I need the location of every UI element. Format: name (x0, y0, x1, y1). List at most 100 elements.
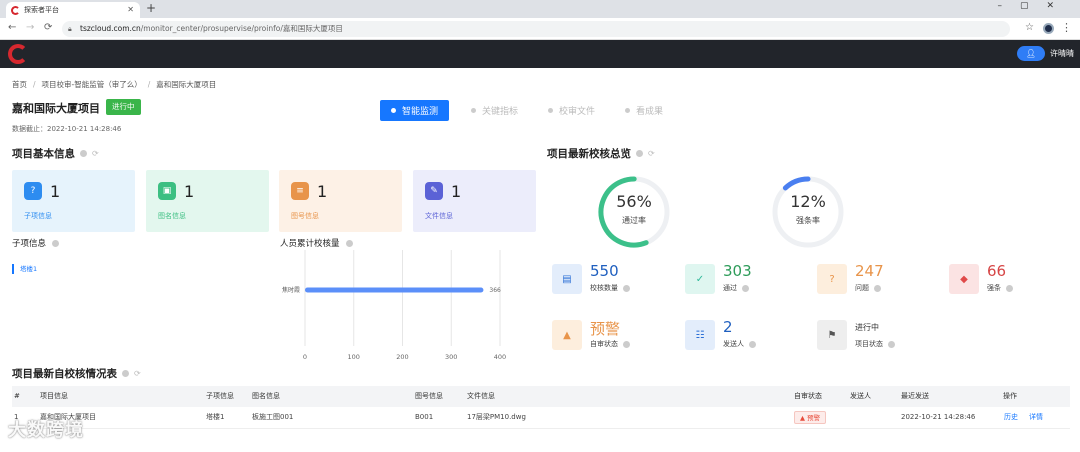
stat-label-row: 项目状态 (855, 339, 895, 349)
stat-label: 发送人 (723, 340, 744, 348)
info-icon[interactable] (623, 284, 630, 292)
browser-tab[interactable]: 探索者平台 ✕ (6, 2, 140, 18)
x-tick-label: 400 (494, 353, 506, 361)
user-menu[interactable]: 👤︎ 许晴晴 (1017, 46, 1074, 61)
step-monitor[interactable]: 智能监测 (380, 100, 450, 121)
page-title: 嘉和国际大厦项目 (12, 102, 100, 115)
list-icon: ≡ (291, 182, 309, 200)
url-domain: tszcloud.com.cn (80, 24, 141, 33)
row-file: 17层梁PM10.dwg (467, 413, 526, 421)
step-label: 校审文件 (559, 107, 596, 117)
info-icon[interactable] (742, 284, 749, 292)
info-icon[interactable] (122, 370, 129, 377)
info-icon[interactable] (888, 340, 895, 348)
info-card[interactable]: ▣ 1 图名信息 (146, 170, 269, 232)
category-label: 焦时霞 (282, 286, 300, 294)
step-dot-icon (471, 108, 477, 113)
info-icon[interactable] (80, 150, 87, 157)
overview-stat: ▲ 预警 自审状态 (552, 320, 672, 354)
stat-value: 303 (723, 262, 752, 280)
self-check-title: 项目最新自校核情况表 ⟳ (12, 366, 141, 381)
pass-rate-label: 通过率 (622, 216, 646, 225)
bar[interactable] (305, 287, 484, 293)
info-icon[interactable] (1006, 284, 1013, 292)
back-icon[interactable]: ← (8, 22, 16, 33)
stat-label-row: 发送人 (723, 339, 756, 349)
col-last-sent: 最近发送 (901, 392, 929, 400)
refresh-icon[interactable]: ⟳ (648, 149, 655, 158)
new-tab-icon[interactable]: + (146, 1, 156, 15)
bookmark-star-icon[interactable]: ☆ (1025, 22, 1034, 33)
app-logo-icon[interactable] (8, 44, 28, 64)
info-icon[interactable] (874, 284, 881, 292)
basic-info-title: 项目基本信息 ⟳ (12, 146, 99, 161)
col-sender: 发送人 (850, 392, 871, 400)
sub-item-link[interactable]: 塔楼1 (12, 264, 37, 274)
flag-icon: ⚑ (817, 320, 847, 350)
extension-icon[interactable] (1043, 23, 1054, 34)
step-results[interactable]: 看成果 (625, 104, 663, 117)
stat-label: 自审状态 (590, 340, 618, 348)
history-link[interactable]: 历史 (1004, 407, 1018, 428)
gauge-fill (772, 176, 844, 248)
x-tick-label: 200 (396, 353, 408, 361)
info-icon[interactable] (636, 150, 643, 157)
overview-stat: ◆ 66 强条 (949, 262, 1069, 298)
col-sub: 子项信息 (206, 392, 234, 400)
breadcrumb: 首页 / 项目校审-智能监管（审了么） / 嘉和国际大厦项目 (12, 80, 217, 89)
breadcrumb-current: 嘉和国际大厦项目 (156, 80, 217, 89)
address-bar-row: ← → ⟳ 🔒︎ tszcloud.com.cn/monitor_center/… (0, 18, 1080, 40)
card-value: 1 (317, 182, 328, 201)
sub-item-heading: 子项信息 (12, 237, 60, 249)
overview-title: 项目最新校核总览 ⟳ (547, 146, 655, 161)
doc-icon: ▤ (552, 264, 582, 294)
info-icon[interactable] (52, 239, 60, 247)
refresh-icon[interactable]: ⟳ (134, 369, 141, 378)
stat-value: 247 (855, 262, 884, 280)
info-card[interactable]: ≡ 1 图号信息 (279, 170, 402, 232)
section-title-text: 项目最新校核总览 (547, 148, 631, 160)
window-controls[interactable]: –▢✕ (997, 1, 1072, 11)
url-input[interactable]: 🔒︎ tszcloud.com.cn/monitor_center/prosup… (62, 21, 1010, 37)
warning-icon: ▲ (800, 414, 805, 422)
lock-icon: 🔒︎ (68, 25, 72, 33)
stat-value: 2 (723, 318, 733, 336)
browser-tab-strip: 探索者平台 ✕ + –▢✕ (0, 0, 1080, 18)
step-dot-icon (625, 108, 631, 113)
reload-icon[interactable]: ⟳ (44, 22, 52, 33)
info-icon[interactable] (749, 340, 756, 348)
stat-value: 66 (987, 262, 1007, 280)
refresh-icon[interactable]: ⟳ (92, 149, 99, 158)
section-title-text: 项目基本信息 (12, 148, 75, 160)
browser-menu-icon[interactable]: ⋮ (1061, 21, 1072, 34)
step-indicators[interactable]: 关键指标 (471, 104, 518, 117)
stat-label-row: 自审状态 (590, 339, 630, 349)
stat-value: 进行中 (855, 323, 879, 332)
card-label: 文件信息 (425, 212, 453, 220)
warning-badge-text: 预警 (807, 414, 821, 422)
info-card[interactable]: ✎ 1 文件信息 (413, 170, 536, 232)
step-dot-icon (391, 108, 396, 113)
row-status: ▲ 预警 (794, 407, 827, 424)
breadcrumb-home[interactable]: 首页 (12, 80, 27, 89)
detail-link[interactable]: 详情 (1029, 407, 1043, 428)
stat-label-row: 通过 (723, 283, 749, 293)
card-label: 图名信息 (158, 212, 186, 220)
question-icon: ? (817, 264, 847, 294)
info-card[interactable]: ? 1 子项信息 (12, 170, 135, 232)
overview-stat: ☷ 2 发送人 (685, 318, 805, 354)
stat-label-row: 问题 (855, 283, 881, 293)
stat-label: 校核数量 (590, 284, 618, 292)
info-icon[interactable] (623, 340, 630, 348)
col-actions: 操作 (1003, 392, 1017, 400)
forward-icon[interactable]: → (26, 22, 34, 33)
step-files[interactable]: 校审文件 (548, 104, 595, 117)
col-project: 项目信息 (40, 392, 68, 400)
data-timestamp: 数据截止：2022-10-21 14:28:46 (12, 125, 122, 133)
stat-label-row: 强条 (987, 283, 1013, 293)
question-icon: ? (24, 182, 42, 200)
staff-check-chart: 0 100 200 300 400 焦时霞 366 (282, 250, 506, 361)
row-last-sent: 2022-10-21 14:28:46 (901, 413, 976, 421)
close-tab-icon[interactable]: ✕ (127, 2, 134, 18)
breadcrumb-module[interactable]: 项目校审-智能监管（审了么） (42, 80, 142, 89)
